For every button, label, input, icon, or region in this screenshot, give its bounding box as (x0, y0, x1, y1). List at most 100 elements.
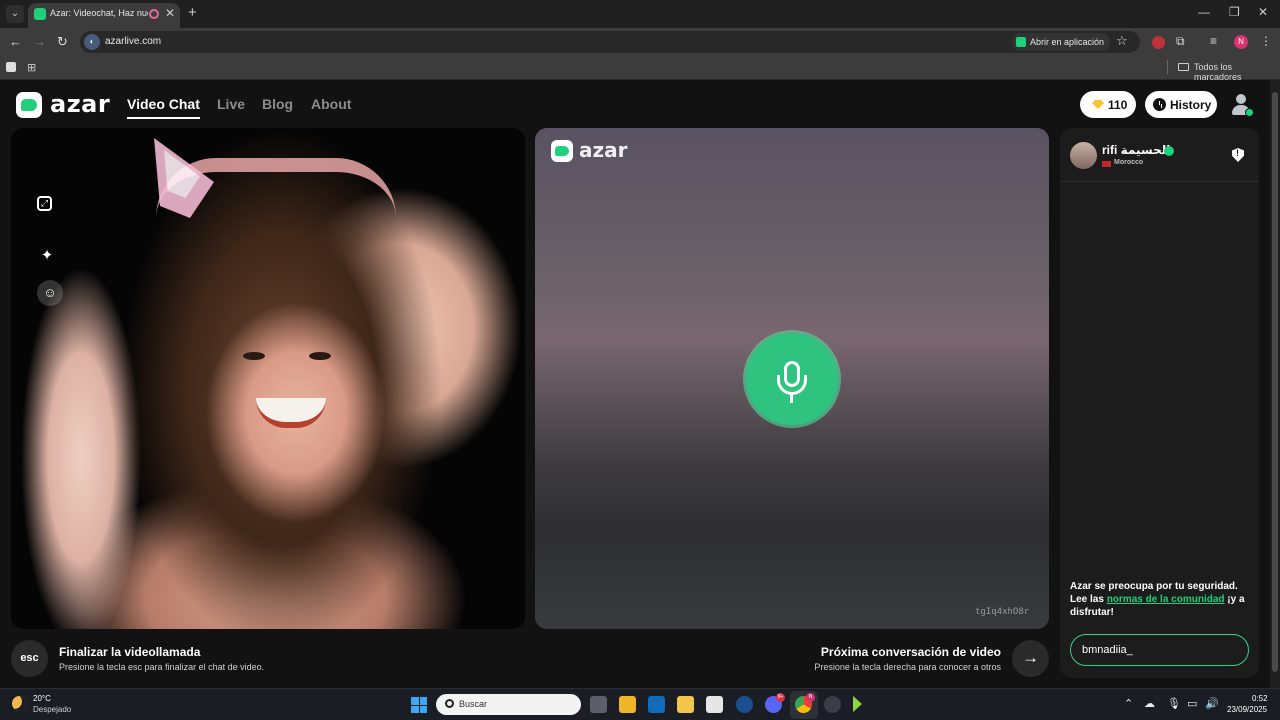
open-in-app-button[interactable]: Abrir en aplicación (1012, 33, 1111, 51)
discord-badge: 9+ (776, 693, 785, 702)
tab-close-icon[interactable]: ✕ (165, 6, 175, 20)
verified-badge-icon (1164, 146, 1174, 156)
smile-shape (256, 398, 326, 428)
new-tab-button[interactable]: + (188, 4, 197, 21)
expand-icon[interactable]: ⤢ (37, 196, 52, 211)
folder-icon (1178, 63, 1189, 71)
browser-menu-icon[interactable]: ⋮ (1260, 34, 1272, 48)
next-chat-title: Próxima conversación de video (820, 645, 1001, 659)
report-shield-icon[interactable] (1232, 148, 1244, 162)
outlook-icon[interactable] (648, 696, 665, 713)
partner-country: Morocco (1114, 159, 1144, 166)
safety-notice: Azar se preocupa por tu seguridad. Lee l… (1070, 580, 1250, 619)
extensions-puzzle-icon[interactable]: ⧉ (1176, 34, 1185, 49)
windows-taskbar: 20°C Despejado Buscar 9+ N ⌃ ☁ 🎙 ▭ 🔊 0:5… (0, 688, 1280, 720)
next-chat-arrow-button[interactable]: → (1012, 640, 1049, 677)
microphone-stem (790, 395, 793, 403)
store-icon[interactable] (619, 696, 636, 713)
nav-video-chat[interactable]: Video Chat (127, 96, 200, 119)
tray-chevron-icon[interactable]: ⌃ (1124, 697, 1133, 710)
azar-watermark-icon (551, 140, 573, 162)
community-rules-link[interactable]: normas de la comunidad (1107, 594, 1225, 605)
search-placeholder: Buscar (459, 699, 488, 709)
recording-indicator-icon (149, 9, 159, 19)
effects-sparkle-icon[interactable]: ✦ (37, 246, 57, 266)
omnibox[interactable]: ◐ azarlive.com Abrir en aplicación ☆ (80, 31, 1140, 53)
profile-avatar[interactable]: N (1234, 35, 1248, 49)
session-id: tgIq4xhO8r (975, 607, 1030, 617)
browser-tab-azar[interactable]: Azar: Videochat, Haz nuevos amigos ✕ (28, 3, 180, 28)
eye-left (243, 352, 265, 360)
eye-right (309, 352, 331, 360)
app-icon-green-arrow[interactable] (853, 696, 862, 712)
gem-icon (1092, 100, 1104, 109)
end-call-hint: Presione la tecla esc para finalizar el … (59, 662, 265, 672)
apps-grid-icon[interactable]: ⊞ (27, 61, 36, 74)
watermark-text: azar (579, 138, 628, 162)
tab-title: Azar: Videochat, Haz nuevos amigos (50, 8, 148, 18)
chat-divider (1060, 181, 1259, 182)
end-call-esc-button[interactable]: esc (11, 640, 48, 677)
address-toolbar: ← → ↻ ◐ azarlive.com Abrir en aplicación… (0, 28, 1280, 56)
bookmark-star-icon[interactable]: ☆ (1116, 33, 1128, 49)
online-status-dot (1245, 108, 1254, 117)
microphone-button[interactable] (746, 333, 838, 425)
chat-message-input[interactable] (1070, 634, 1249, 666)
user-profile-icon[interactable] (1229, 92, 1254, 117)
partner-video-feed: azar tgIq4xhO8r (535, 128, 1049, 629)
clock-date[interactable]: 23/09/2025 (1227, 705, 1267, 714)
microphone-tray-icon[interactable]: 🎙 (1167, 697, 1181, 710)
chrome-profile-badge: N (806, 693, 815, 702)
onedrive-icon[interactable]: ☁ (1144, 697, 1155, 710)
azar-favicon-icon (34, 8, 46, 20)
clock-time[interactable]: 0:52 (1252, 694, 1268, 703)
bookmarks-divider (1167, 60, 1168, 74)
weather-moon-icon[interactable] (12, 696, 27, 711)
nav-live[interactable]: Live (217, 96, 245, 112)
end-call-title: Finalizar la videollamada (59, 645, 201, 659)
face-filter-icon[interactable]: ☺ (37, 280, 63, 306)
window-close-icon[interactable]: ✕ (1258, 5, 1268, 19)
weather-description[interactable]: Despejado (33, 705, 71, 714)
partner-name: rifi الحسيمة (1102, 143, 1171, 157)
site-info-icon[interactable]: ◐ (84, 34, 100, 50)
azar-logo-icon (16, 92, 42, 118)
history-button[interactable]: History (1145, 91, 1217, 118)
media-controls-icon[interactable]: ≡ (1210, 34, 1217, 48)
network-icon[interactable]: ▭ (1187, 697, 1197, 710)
app-icon-dark[interactable] (824, 696, 841, 713)
maximize-icon[interactable]: ❐ (1229, 5, 1240, 19)
history-label: History (1170, 98, 1212, 112)
gems-button[interactable]: 110 (1080, 91, 1136, 118)
logo-text: azar (50, 90, 111, 118)
page-scrollbar[interactable] (1270, 80, 1280, 688)
browser-tab-bar: ⌄ Azar: Videochat, Haz nuevos amigos ✕ +… (0, 0, 1280, 28)
steam-icon[interactable] (736, 696, 753, 713)
back-arrow-icon[interactable]: ← (9, 34, 22, 49)
extension-badge-icon[interactable] (1152, 36, 1165, 49)
volume-icon[interactable]: 🔊 (1205, 697, 1219, 710)
tab-search-chevron-icon[interactable]: ⌄ (6, 5, 24, 23)
chat-panel: rifi الحسيمة Morocco Azar se preocupa po… (1060, 128, 1259, 678)
all-bookmarks-link[interactable]: Todos los marcadores (1194, 62, 1280, 82)
partner-avatar[interactable] (1070, 142, 1097, 169)
taskbar-search[interactable]: Buscar (436, 694, 581, 715)
minimize-icon[interactable]: — (1198, 5, 1210, 19)
morocco-flag-icon (1102, 161, 1111, 167)
nav-about[interactable]: About (311, 96, 351, 112)
bookmark-square-icon[interactable] (6, 62, 16, 72)
snipping-tool-icon[interactable] (706, 696, 723, 713)
temperature[interactable]: 20°C (33, 694, 51, 703)
forward-arrow-icon[interactable]: → (33, 34, 46, 49)
file-explorer-icon[interactable] (677, 696, 694, 713)
url-text[interactable]: azarlive.com (105, 36, 161, 47)
gem-count: 110 (1108, 98, 1128, 112)
windows-start-icon[interactable] (411, 697, 427, 713)
scroll-thumb[interactable] (1272, 92, 1278, 672)
self-video-feed: ⤢ ✦ ☺ (11, 128, 525, 629)
reload-icon[interactable]: ↻ (57, 34, 68, 50)
next-chat-hint: Presione la tecla derecha para conocer a… (814, 662, 1001, 672)
nav-blog[interactable]: Blog (262, 96, 293, 112)
task-view-icon[interactable] (590, 696, 607, 713)
user-head (1236, 94, 1246, 104)
